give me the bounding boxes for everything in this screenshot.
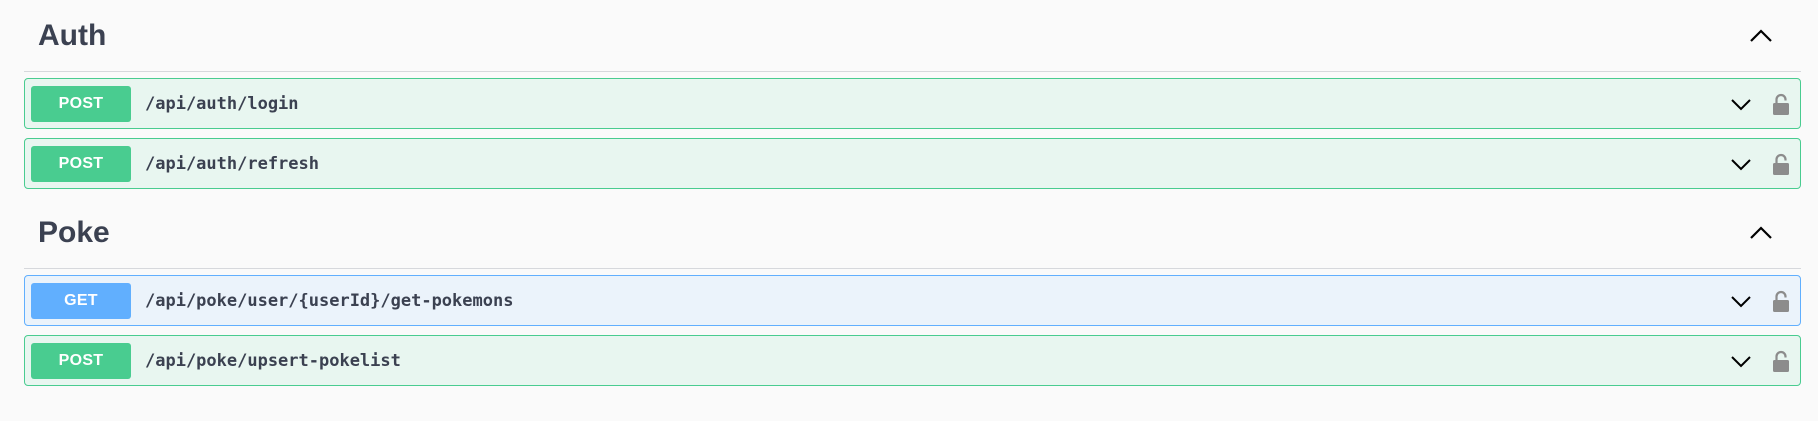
chevron-down-icon[interactable] [1728,91,1754,117]
lock-icon[interactable] [1770,288,1792,314]
endpoint-path[interactable]: /api/auth/refresh [145,154,319,174]
chevron-down-icon[interactable] [1728,151,1754,177]
section-title: Auth [38,18,107,52]
api-docs: Auth POST /api/auth/login POST /api/auth… [24,0,1801,386]
lock-icon[interactable] [1770,348,1792,374]
method-badge: POST [31,342,131,379]
operation-get-poke-user-pokemons[interactable]: GET /api/poke/user/{userId}/get-pokemons [24,275,1801,326]
section-auth: Auth POST /api/auth/login POST /api/auth… [24,0,1801,189]
section-title: Poke [38,215,110,249]
operation-post-auth-refresh[interactable]: POST /api/auth/refresh [24,138,1801,189]
lock-icon[interactable] [1770,91,1792,117]
chevron-down-icon[interactable] [1728,348,1754,374]
section-header-auth[interactable]: Auth [24,0,1801,72]
method-badge: POST [31,145,131,182]
chevron-up-icon[interactable] [1745,219,1777,247]
endpoint-path[interactable]: /api/auth/login [145,94,299,114]
endpoint-path[interactable]: /api/poke/upsert-pokelist [145,351,401,371]
method-badge: GET [31,282,131,319]
operation-post-poke-upsert-pokelist[interactable]: POST /api/poke/upsert-pokelist [24,335,1801,386]
lock-icon[interactable] [1770,151,1792,177]
section-poke: Poke GET /api/poke/user/{userId}/get-pok… [24,197,1801,386]
operation-controls [1728,276,1792,325]
chevron-up-icon[interactable] [1745,22,1777,50]
endpoint-path[interactable]: /api/poke/user/{userId}/get-pokemons [145,291,513,311]
chevron-down-icon[interactable] [1728,288,1754,314]
operation-controls [1728,336,1792,385]
operation-post-auth-login[interactable]: POST /api/auth/login [24,78,1801,129]
operation-controls [1728,139,1792,188]
section-header-poke[interactable]: Poke [24,197,1801,269]
operation-controls [1728,79,1792,128]
method-badge: POST [31,85,131,122]
